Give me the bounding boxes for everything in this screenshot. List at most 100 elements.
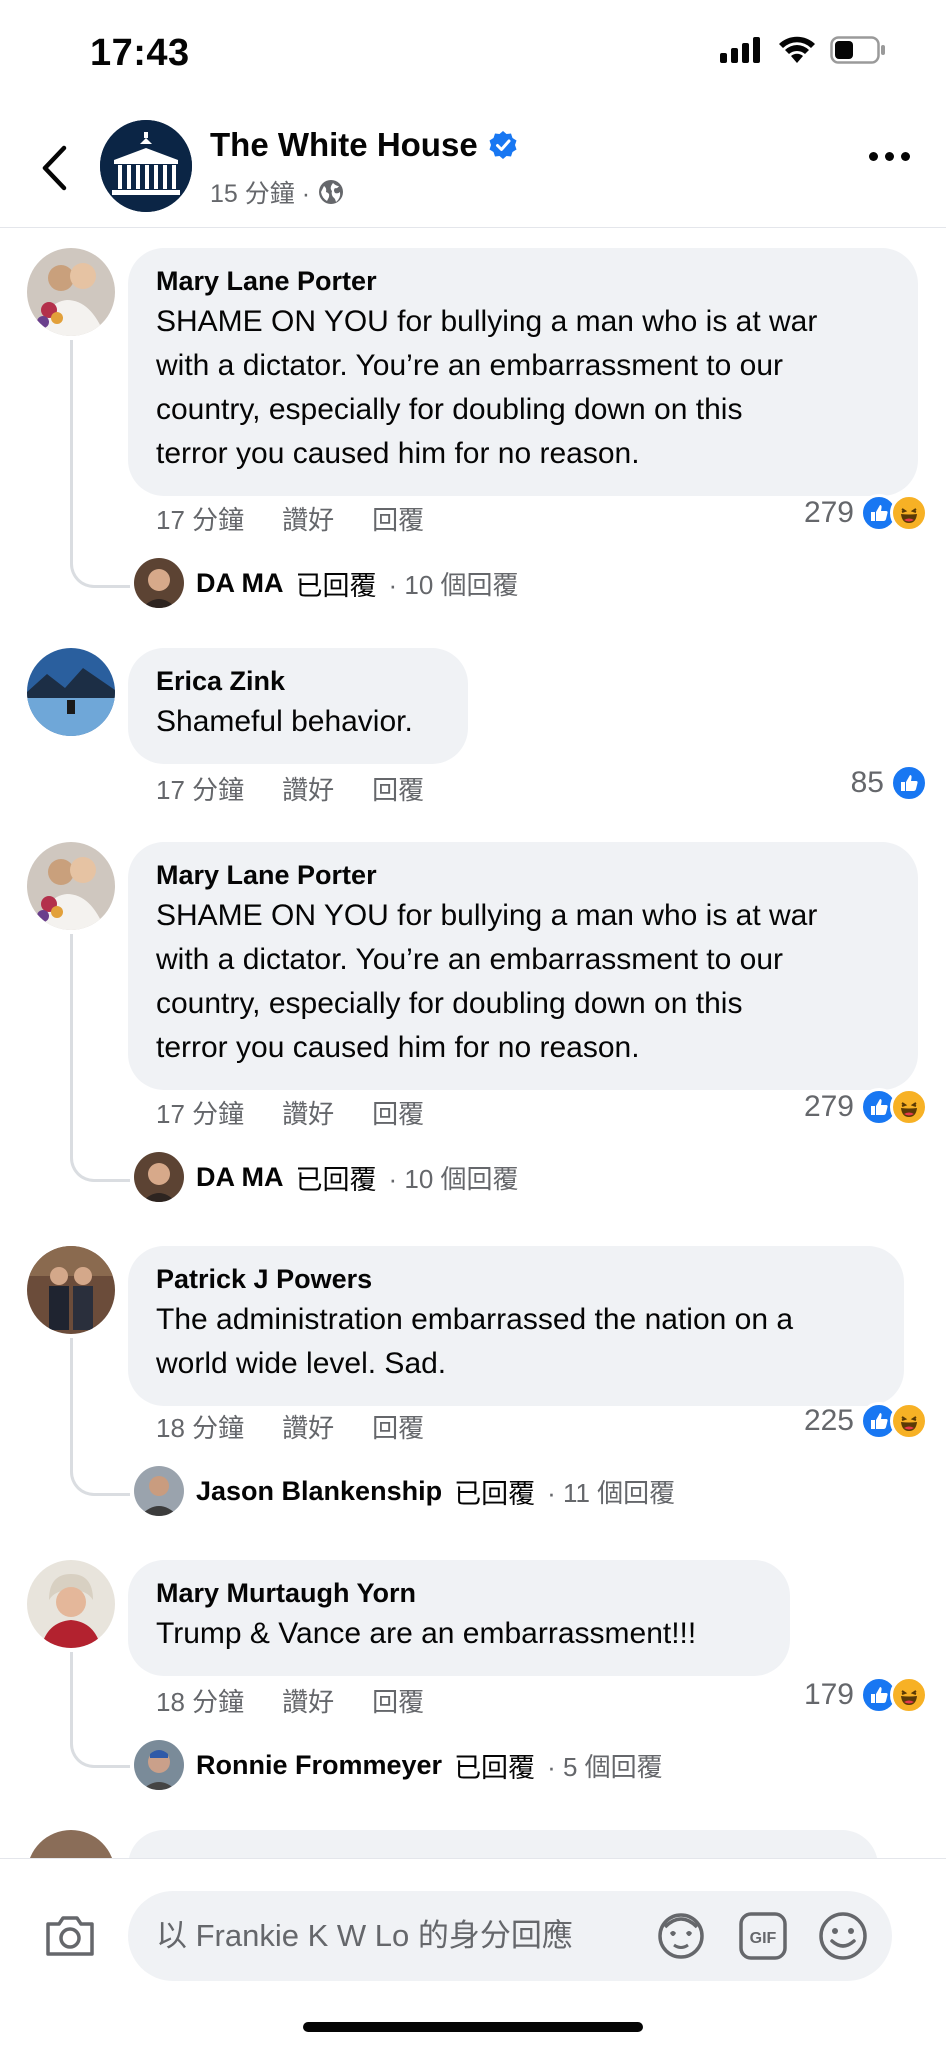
comments-list[interactable]: Mary Lane Porter SHAME ON YOU for bullyi… xyxy=(0,230,946,1860)
gif-button[interactable]: GIF xyxy=(736,1909,790,1968)
commenter-avatar[interactable] xyxy=(27,1830,115,1860)
reply-count: · 5 個回覆 xyxy=(547,1751,663,1782)
thread-line xyxy=(70,934,130,1182)
reply-avatar xyxy=(134,1466,184,1516)
comment-actions: 18 分鐘 讚好 回覆 xyxy=(156,1682,424,1719)
like-button[interactable]: 讚好 xyxy=(282,500,334,537)
haha-reaction-icon xyxy=(890,1088,928,1126)
reply-button[interactable]: 回覆 xyxy=(372,1682,424,1719)
reply-status: 已回覆 xyxy=(295,570,377,601)
wifi-icon xyxy=(779,36,815,63)
reply-button[interactable]: 回覆 xyxy=(372,770,424,807)
haha-reaction-icon xyxy=(890,494,928,532)
comment-composer: GIF xyxy=(0,1858,946,2048)
reply-author: Jason Blankenship xyxy=(196,1475,443,1506)
like-button[interactable]: 讚好 xyxy=(282,1682,334,1719)
signal-icon xyxy=(720,37,760,63)
post-header: The White House 15 分鐘 · xyxy=(0,108,946,228)
page-name[interactable]: The White House xyxy=(210,126,478,164)
thread-line xyxy=(70,1652,130,1768)
more-options-button[interactable] xyxy=(869,152,910,161)
reply-avatar xyxy=(134,558,184,608)
commenter-avatar[interactable] xyxy=(27,1560,115,1648)
comment-time: 17 分鐘 xyxy=(156,505,245,535)
comment-actions: 17 分鐘 讚好 回覆 xyxy=(156,1094,424,1131)
haha-reaction-icon xyxy=(890,1676,928,1714)
comment-author[interactable]: Mary Lane Porter xyxy=(156,858,890,892)
reply-button[interactable]: 回覆 xyxy=(372,1094,424,1131)
commenter-avatar[interactable] xyxy=(27,842,115,930)
comment-text: Shameful behavior. xyxy=(156,705,413,738)
comment-bubble[interactable]: Erica Zink Shameful behavior. xyxy=(128,648,468,764)
avatar-photo xyxy=(27,648,115,736)
status-icons xyxy=(720,36,886,64)
post-time: 15 分鐘 · xyxy=(210,180,311,208)
comment-input-wrapper: GIF xyxy=(128,1891,892,1981)
back-button[interactable] xyxy=(30,140,78,196)
reaction-count: 279 xyxy=(803,496,854,529)
reaction-count: 179 xyxy=(803,1678,854,1711)
comment-bubble[interactable] xyxy=(128,1830,878,1860)
comment-bubble[interactable]: Patrick J Powers The administration emba… xyxy=(128,1246,904,1406)
emoji-icon xyxy=(819,1912,867,1960)
view-replies-link[interactable]: Jason Blankenship 已回覆 · 11 個回覆 xyxy=(134,1466,675,1516)
reaction-count: 85 xyxy=(850,766,884,799)
svg-text:GIF: GIF xyxy=(750,1930,777,1947)
page-name-row: The White House xyxy=(210,126,518,164)
reaction-summary[interactable]: 85 xyxy=(851,764,928,802)
reaction-summary[interactable]: 279 xyxy=(804,1088,928,1126)
back-chevron-icon xyxy=(42,145,67,191)
camera-icon xyxy=(46,1916,94,1956)
home-indicator xyxy=(303,2022,643,2032)
reply-button[interactable]: 回覆 xyxy=(372,1408,424,1445)
view-replies-link[interactable]: Ronnie Frommeyer 已回覆 · 5 個回覆 xyxy=(134,1740,663,1790)
view-replies-link[interactable]: DA MA 已回覆 · 10 個回覆 xyxy=(134,558,519,608)
comment-time: 18 分鐘 xyxy=(156,1687,245,1717)
more-icon xyxy=(869,152,878,161)
reply-status: 已回覆 xyxy=(454,1478,536,1509)
reply-avatar xyxy=(134,1152,184,1202)
commenter-avatar[interactable] xyxy=(27,648,115,736)
globe-icon xyxy=(319,180,344,204)
reply-count: · 10 個回覆 xyxy=(388,1163,519,1194)
comment-bubble[interactable]: Mary Murtaugh Yorn Trump & Vance are an … xyxy=(128,1560,790,1676)
comment-bubble[interactable]: Mary Lane Porter SHAME ON YOU for bullyi… xyxy=(128,842,918,1090)
comment-author[interactable]: Erica Zink xyxy=(156,664,440,698)
verified-badge-icon xyxy=(489,131,517,159)
reaction-summary[interactable]: 179 xyxy=(804,1676,928,1714)
emoji-button[interactable] xyxy=(816,1909,870,1968)
comment-time: 17 分鐘 xyxy=(156,775,245,805)
comment-author[interactable]: Patrick J Powers xyxy=(156,1262,876,1296)
view-replies-link[interactable]: DA MA 已回覆 · 10 個回覆 xyxy=(134,1152,519,1202)
comment-bubble[interactable]: Mary Lane Porter SHAME ON YOU for bullyi… xyxy=(128,248,918,496)
like-button[interactable]: 讚好 xyxy=(282,1408,334,1445)
reply-avatar xyxy=(134,1740,184,1790)
camera-button[interactable] xyxy=(44,1915,96,1962)
reply-count: · 10 個回覆 xyxy=(388,569,519,600)
reply-status: 已回覆 xyxy=(454,1752,536,1783)
reaction-summary[interactable]: 225 xyxy=(804,1402,928,1440)
comment-actions: 17 分鐘 讚好 回覆 xyxy=(156,500,424,537)
like-button[interactable]: 讚好 xyxy=(282,1094,334,1131)
comment-time: 18 分鐘 xyxy=(156,1413,245,1443)
reply-button[interactable]: 回覆 xyxy=(372,500,424,537)
thread-line xyxy=(70,1338,130,1496)
comment-author[interactable]: Mary Murtaugh Yorn xyxy=(156,1576,762,1610)
avatar-sticker-icon xyxy=(658,1913,704,1959)
page-avatar[interactable] xyxy=(100,120,192,212)
avatar-sticker-button[interactable] xyxy=(653,1909,709,1968)
commenter-avatar[interactable] xyxy=(27,1246,115,1334)
avatar-photo xyxy=(27,842,115,930)
reaction-summary[interactable]: 279 xyxy=(804,494,928,532)
comment-text: SHAME ON YOU for bullying a man who is a… xyxy=(156,305,818,470)
white-house-logo xyxy=(100,120,192,212)
comment-author[interactable]: Mary Lane Porter xyxy=(156,264,890,298)
comment-text: Trump & Vance are an embarrassment!!! xyxy=(156,1617,697,1650)
avatar-photo xyxy=(27,1246,115,1334)
reply-count: · 11 個回覆 xyxy=(547,1477,676,1508)
commenter-avatar[interactable] xyxy=(27,248,115,336)
like-button[interactable]: 讚好 xyxy=(282,770,334,807)
reply-status: 已回覆 xyxy=(295,1164,377,1195)
comment-input[interactable] xyxy=(156,1891,636,1981)
like-reaction-icon xyxy=(890,764,928,802)
